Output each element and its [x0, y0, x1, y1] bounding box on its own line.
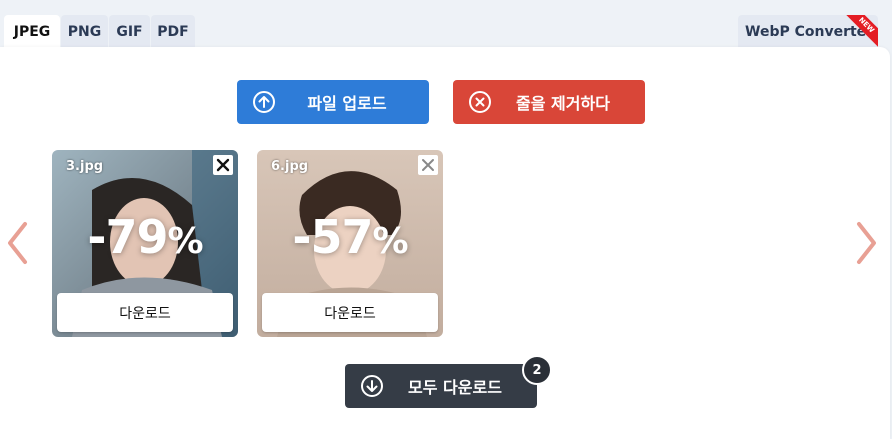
upload-button[interactable]: 파일 업로드 [237, 80, 429, 124]
file-count-badge: 2 [522, 355, 552, 385]
close-icon [216, 158, 230, 172]
compression-value: -79 [87, 210, 168, 264]
file-card: 3.jpg -79% 다운로드 [52, 150, 238, 337]
file-name: 6.jpg [271, 159, 309, 174]
chevron-left-icon[interactable] [3, 220, 33, 266]
tab-pdf[interactable]: PDF [151, 15, 195, 48]
tab-jpeg[interactable]: JPEG [4, 15, 60, 48]
compression-percent: -79% [52, 210, 238, 264]
compression-unit: % [167, 221, 204, 262]
compression-percent: -57% [257, 210, 443, 264]
tab-gif[interactable]: GIF [109, 15, 150, 48]
tab-png[interactable]: PNG [61, 15, 108, 48]
download-all-label: 모두 다운로드 [408, 378, 502, 397]
compression-value: -57 [292, 210, 373, 264]
clear-queue-button-label: 줄을 제거하다 [516, 94, 610, 113]
tab-webp-converter[interactable]: WebP Converter NEW [738, 15, 878, 48]
file-name: 3.jpg [66, 159, 104, 174]
file-card: 6.jpg -57% 다운로드 [257, 150, 443, 337]
upload-button-label: 파일 업로드 [307, 94, 387, 113]
download-button[interactable]: 다운로드 [262, 293, 438, 332]
clear-queue-button[interactable]: 줄을 제거하다 [453, 80, 645, 124]
remove-file-button[interactable] [418, 155, 438, 175]
download-button[interactable]: 다운로드 [57, 293, 233, 332]
remove-file-button[interactable] [213, 155, 233, 175]
chevron-right-icon[interactable] [851, 220, 881, 266]
format-tabs: JPEG PNG GIF PDF WebP Converter NEW [0, 0, 892, 48]
close-icon [422, 159, 434, 171]
download-all-button[interactable]: 모두 다운로드 [345, 364, 537, 408]
tab-webp-label: WebP Converter [745, 23, 874, 40]
compression-unit: % [372, 221, 409, 262]
